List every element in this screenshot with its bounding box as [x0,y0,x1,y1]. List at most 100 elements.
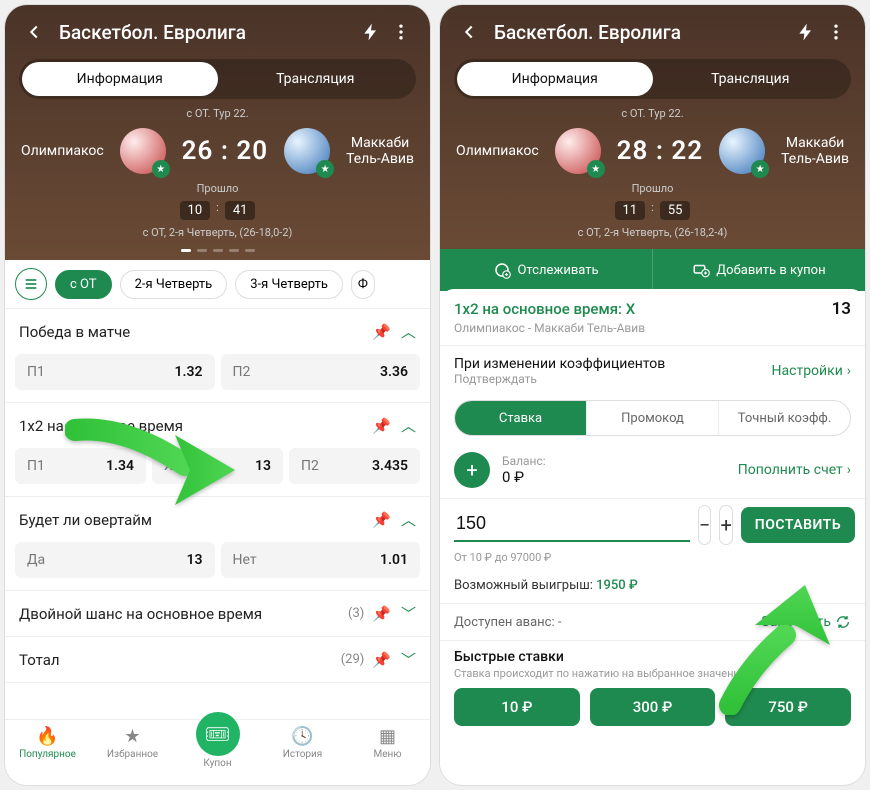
team2-logo[interactable]: ★ [284,128,330,174]
odd-cell[interactable]: Х13 [152,448,283,484]
request-link[interactable]: Запросить [761,614,851,630]
pin-icon[interactable]: 📌 [372,417,391,435]
add-balance-icon[interactable]: + [454,452,490,488]
timer-sec: 55 [660,201,691,220]
odd-cell[interactable]: Нет1.01 [221,542,421,578]
team1-name: Олимпиакос [456,143,539,159]
favorite-icon[interactable]: ★ [152,160,170,178]
chevron-up-icon[interactable]: ︿ [401,321,416,342]
bolt-icon[interactable] [791,17,821,47]
quick-title: Быстрые ставки [454,641,851,667]
market-header[interactable]: 1х2 на основное время 📌 ︿ [5,403,430,448]
team2-logo[interactable]: ★ [719,128,765,174]
market-block: 1х2 на основное время 📌 ︿ П11.34 Х13 П23… [5,403,430,497]
back-icon[interactable] [454,17,484,47]
status-line: с ОТ, 2-я Четверть, (26-18,0-2) [5,220,430,249]
bolt-icon[interactable] [356,17,386,47]
pin-icon[interactable]: 📌 [372,651,391,669]
pin-icon[interactable]: 📌 [372,323,391,341]
market-header[interactable]: Двойной шанс на основное время (3) 📌 ﹀ [5,591,430,636]
favorite-icon[interactable]: ★ [751,160,769,178]
kebab-icon[interactable] [821,17,851,47]
odd-cell[interactable]: П23.36 [221,354,421,390]
seg-exact[interactable]: Точный коэфф. [719,401,850,435]
quick-sub: Ставка происходит по нажатию на выбранно… [454,667,851,688]
filter-chip[interactable]: 3-я Четверть [235,270,343,299]
chevron-down-icon[interactable]: ﹀ [401,603,416,624]
slip-segments: Ставка Промокод Точный коэфф. [454,400,851,436]
nav-coupon[interactable]: 🎟Купон [175,720,260,785]
market-header[interactable]: Тотал (29) 📌 ﹀ [5,637,430,682]
bet-slip: 1х2 на основное время: Х 13 Олимпиакос -… [440,289,865,783]
filter-chip[interactable]: с ОТ [55,270,112,299]
tab-info[interactable]: Информация [22,62,218,96]
match-header: Баскетбол. Евролига Информация Трансляци… [440,5,865,249]
elapsed-label: Прошло [632,182,674,195]
header-tabs: Информация Трансляция [454,59,851,99]
team1-logo[interactable]: ★ [120,128,166,174]
favorite-icon[interactable]: ★ [316,160,334,178]
market-block: Будет ли овертайм 📌 ︿ Да13 Нет1.01 [5,497,430,591]
nav-menu[interactable]: ▦Меню [345,720,430,785]
minus-button[interactable]: − [698,505,711,545]
stake-input[interactable] [454,509,690,542]
chevron-up-icon[interactable]: ︿ [401,415,416,436]
odd-cell[interactable]: П11.34 [15,448,146,484]
selection-odd: 13 [832,299,851,319]
market-block: Победа в матче 📌 ︿ П11.32 П23.36 [5,309,430,403]
elapsed-label: Прошло [197,182,239,195]
possible-win: Возможный выигрыш: 1950 ₽ [454,572,851,603]
tab-stream[interactable]: Трансляция [653,62,849,96]
balance-label: Баланс: [502,454,726,468]
team1-logo[interactable]: ★ [555,128,601,174]
settings-link[interactable]: Настройки› [772,363,851,379]
match-header: Баскетбол. Евролига Информация Трансляци… [5,5,430,260]
filter-chip[interactable]: Ф [351,270,375,299]
action-bar: Отслеживать Добавить в купон [440,249,865,291]
right-screen: Баскетбол. Евролига Информация Трансляци… [440,5,865,785]
status-line: с ОТ, 2-я Четверть, (26-18,2-4) [440,220,865,249]
nav-fav[interactable]: ★Избранное [90,720,175,785]
kebab-icon[interactable] [386,17,416,47]
quick-stake-button[interactable]: 300 ₽ [590,688,716,726]
odds-change-label: При изменении коэффициентов [454,356,665,372]
seg-stake[interactable]: Ставка [455,401,587,435]
nav-popular[interactable]: 🔥Популярное [5,720,90,785]
timer-sec: 41 [225,201,256,220]
topup-link[interactable]: Пополнить счет› [738,462,851,478]
favorite-icon[interactable]: ★ [587,160,605,178]
pager-dots [5,249,430,260]
chevron-up-icon[interactable]: ︿ [401,509,416,530]
list-icon[interactable] [15,268,47,300]
quick-stake-button[interactable]: 750 ₽ [725,688,851,726]
grid-icon: ▦ [379,726,396,747]
chevron-right-icon: › [847,363,851,379]
odd-cell[interactable]: П23.435 [289,448,420,484]
quick-stake-button[interactable]: 10 ₽ [454,688,580,726]
team1-name: Олимпиакос [21,143,104,159]
timer-min: 10 [180,201,211,220]
odd-cell[interactable]: П11.32 [15,354,215,390]
back-icon[interactable] [19,17,49,47]
star-icon: ★ [124,726,140,747]
submit-button[interactable]: ПОСТАВИТЬ [741,507,855,543]
seg-promo[interactable]: Промокод [587,401,719,435]
filter-chip[interactable]: 2-я Четверть [120,270,228,299]
plus-button[interactable]: + [719,505,732,545]
nav-history[interactable]: 🕓История [260,720,345,785]
market-header[interactable]: Будет ли овертайм 📌 ︿ [5,497,430,542]
market-header[interactable]: Победа в матче 📌 ︿ [5,309,430,354]
odd-cell[interactable]: Да13 [15,542,215,578]
header-tabs: Информация Трансляция [19,59,416,99]
pin-icon[interactable]: 📌 [372,511,391,529]
tab-stream[interactable]: Трансляция [218,62,414,96]
chevron-right-icon: › [847,462,851,478]
pin-icon[interactable]: 📌 [372,605,391,623]
add-coupon-button[interactable]: Добавить в купон [653,249,865,291]
track-button[interactable]: Отслеживать [440,249,653,291]
stake-range: От 10 ₽ до 97000 ₽ [454,551,851,572]
confirm-label: Подтверждать [454,372,665,386]
chevron-down-icon[interactable]: ﹀ [401,649,416,670]
tab-info[interactable]: Информация [457,62,653,96]
market-block: Двойной шанс на основное время (3) 📌 ﹀ [5,591,430,637]
